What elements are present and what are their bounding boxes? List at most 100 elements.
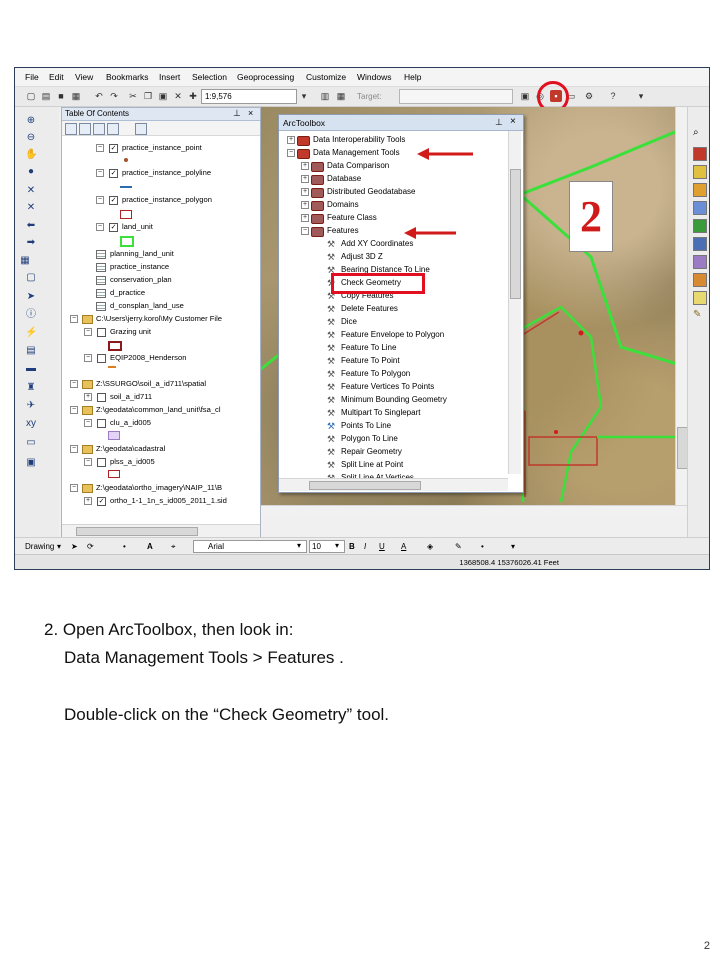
html-popup-icon[interactable]: ▤ [25,345,37,357]
font-color-icon[interactable]: A [401,542,406,551]
collapse-icon[interactable]: − [70,484,78,492]
collapse-icon[interactable]: − [301,227,309,235]
tool-feature-to-line[interactable]: ⚒ Feature To Line [327,342,507,354]
toolbox-horizontal-scrollbar[interactable] [279,478,508,491]
search-window-icon[interactable]: ▣ [519,90,531,102]
identify-icon[interactable]: ⓘ [25,309,37,321]
rotate-icon[interactable]: ⟳ [87,542,94,551]
layer-checkbox[interactable] [97,419,106,428]
catalog-window-icon[interactable]: ▦ [335,90,347,102]
layer-tool-icon[interactable] [693,201,707,215]
tool-adjust-3d-z[interactable]: ⚒ Adjust 3D Z [327,251,507,263]
dropdown-arrow-icon[interactable]: ▾ [57,542,61,551]
hyperlink-icon[interactable]: ⚡ [25,327,37,339]
bold-button[interactable]: B [349,542,355,551]
tool-polygon-to-line[interactable]: ⚒ Polygon To Line [327,433,507,445]
toolbox-vertical-scrollbar[interactable] [508,131,521,474]
layer-tool-icon[interactable] [693,165,707,179]
toc-table-row[interactable]: conservation_plan [92,274,257,286]
layer-checkbox[interactable] [97,393,106,402]
pan-icon[interactable]: ✋ [25,149,37,161]
scroll-thumb[interactable] [76,527,198,536]
toolbar-options-icon[interactable]: ▾ [635,90,647,102]
font-size-dropdown[interactable]: 10 ▾ [309,540,345,553]
back-icon[interactable]: ⬅ [25,220,37,232]
tool-minimum-bounding-geometry[interactable]: ⚒ Minimum Bounding Geometry [327,394,507,406]
layer-tool-icon[interactable] [693,273,707,287]
fixed-zoom-out-icon[interactable]: ✕ [25,202,37,214]
toolbox-data-interoperability[interactable]: + Data Interoperability Tools [285,134,505,146]
tool-feature-envelope-to-polygon[interactable]: ⚒ Feature Envelope to Polygon [327,329,507,341]
expand-icon[interactable]: + [301,201,309,209]
toc-table-row[interactable]: d_practice [92,287,257,299]
close-icon[interactable]: × [510,116,516,127]
toc-table-row[interactable]: planning_land_unit [92,248,257,260]
menu-view[interactable]: View [75,72,93,82]
collapse-icon[interactable]: − [70,406,78,414]
toc-layer-row[interactable]: − clu_a_id005 [80,417,255,429]
expand-icon[interactable]: + [301,175,309,183]
menu-help[interactable]: Help [404,72,421,82]
tool-repair-geometry[interactable]: ⚒ Repair Geometry [327,446,507,458]
map-horizontal-scrollbar[interactable] [261,505,687,517]
tool-split-line-at-point[interactable]: ⚒ Split Line at Point [327,459,507,471]
scroll-thumb[interactable] [677,427,687,469]
select-elements-icon[interactable]: ➤ [71,542,78,551]
toc-layer-row[interactable]: − ✓ practice_instance_polygon [92,194,257,206]
expand-icon[interactable]: + [301,214,309,222]
layer-checkbox[interactable] [97,328,106,337]
toc-layer-row[interactable]: − ✓ land_unit [92,221,257,233]
toolset-distributed-geodatabase[interactable]: + Distributed Geodatabase [299,186,499,198]
point-tool-icon[interactable]: • [123,542,126,551]
close-icon[interactable]: × [248,108,253,118]
menu-edit[interactable]: Edit [49,72,64,82]
redo-icon[interactable]: ↷ [108,90,120,102]
collapse-icon[interactable]: − [96,196,104,204]
delete-icon[interactable]: ✕ [172,90,184,102]
options-icon[interactable] [135,123,147,135]
pin-icon[interactable]: ⊥ [495,117,503,128]
menu-selection[interactable]: Selection [192,72,227,82]
list-by-drawing-order-icon[interactable] [65,123,77,135]
layer-tool-icon[interactable] [693,219,707,233]
open-icon[interactable]: ▤ [40,90,52,102]
toc-table-row[interactable]: d_consplan_land_use [92,300,257,312]
tool-feature-to-point[interactable]: ⚒ Feature To Point [327,355,507,367]
toc-layer-row[interactable]: − plss_a_id005 [80,456,255,468]
collapse-icon[interactable]: − [70,445,78,453]
toolset-domains[interactable]: + Domains [299,199,499,211]
tool-points-to-line[interactable]: ⚒ Points To Line [327,420,507,432]
layer-checkbox[interactable]: ✓ [109,223,118,232]
go-to-xy-icon[interactable]: xy [25,418,37,430]
cut-icon[interactable]: ✂ [127,90,139,102]
list-by-selection-icon[interactable] [107,123,119,135]
toolset-database[interactable]: + Database [299,173,499,185]
magnifier-icon[interactable]: ⌕ [693,127,705,139]
toc-folder-row[interactable]: − C:\Users\jerry.korol\My Customer File [66,313,258,325]
select-elements-icon[interactable]: ➤ [25,291,37,303]
collapse-icon[interactable]: − [96,223,104,231]
fill-color-icon[interactable]: ◈ [427,542,433,551]
line-color-icon[interactable]: ✎ [455,542,462,551]
zoom-out-icon[interactable]: ⊖ [25,132,37,144]
pin-icon[interactable]: ⊥ [233,108,241,119]
toc-table-row[interactable]: practice_instance [92,261,257,273]
edit-vertices-icon[interactable]: ⌖ [171,542,176,552]
menu-windows[interactable]: Windows [357,72,391,82]
menu-geoprocessing[interactable]: Geoprocessing [237,72,294,82]
layer-tool-icon[interactable] [693,237,707,251]
scale-dropdown-icon[interactable]: ▾ [298,90,310,102]
list-by-source-icon[interactable] [79,123,91,135]
drawing-menu[interactable]: Drawing [25,542,54,551]
copy-icon[interactable]: ❐ [142,90,154,102]
tool-feature-to-polygon[interactable]: ⚒ Feature To Polygon [327,368,507,380]
find-icon[interactable]: ♜ [25,382,37,394]
menu-file[interactable]: File [25,72,39,82]
toc-layer-row[interactable]: + ✓ ortho_1-1_1n_s_id005_2011_1.sid [80,495,255,507]
expand-icon[interactable]: + [84,497,92,505]
toc-layer-row[interactable]: − Grazing unit [80,326,255,338]
menu-bookmarks[interactable]: Bookmarks [106,72,149,82]
tool-dice[interactable]: ⚒ Dice [327,316,507,328]
whats-this-icon[interactable]: ? [607,90,619,102]
toc-folder-row[interactable]: − Z:\geodata\common_land_unit\fsa_cl [66,404,258,416]
